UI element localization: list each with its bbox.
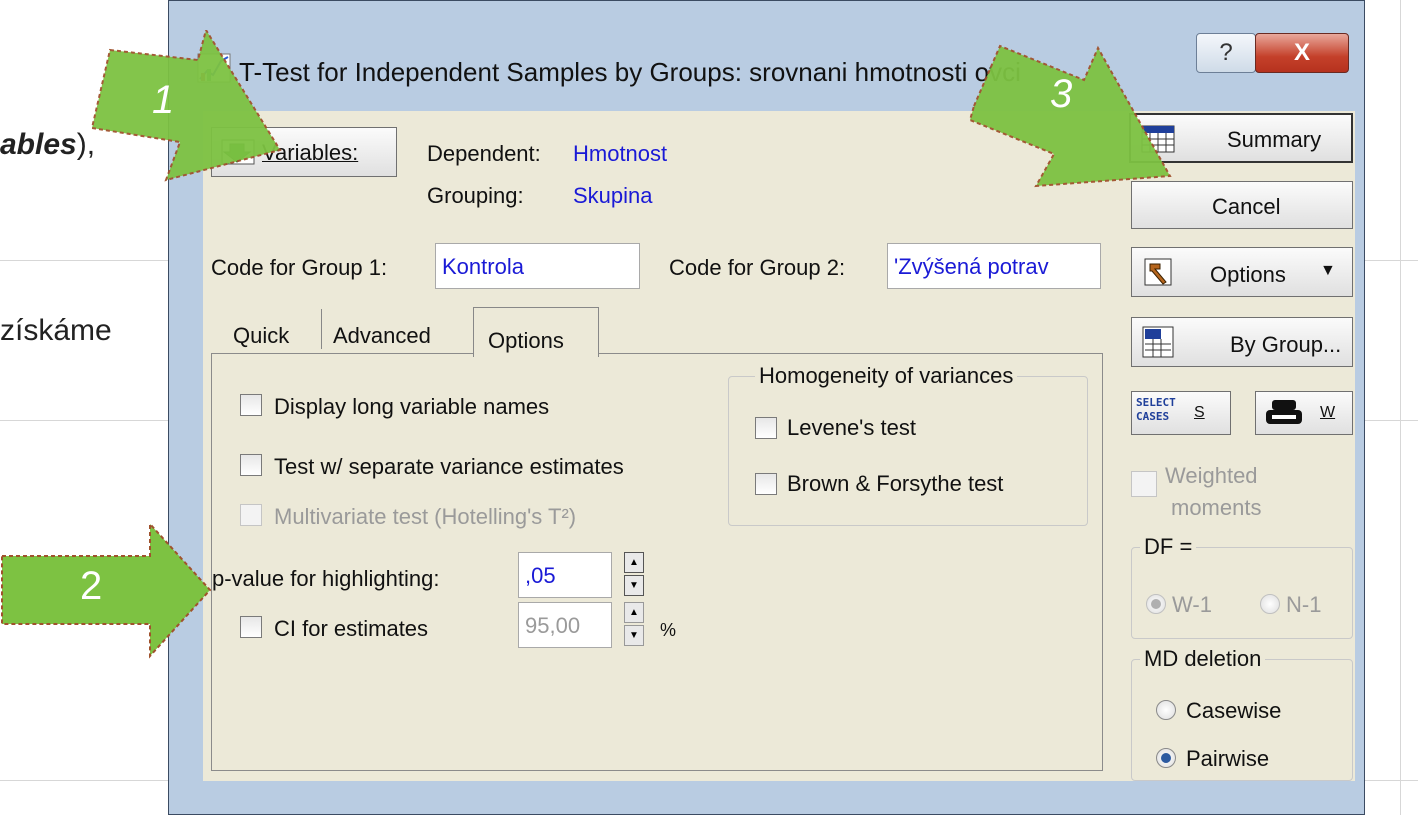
summary-label: Summary <box>1227 127 1322 152</box>
multivariate-label: Multivariate test (Hotelling's T²) <box>274 504 577 529</box>
close-button[interactable]: X <box>1255 33 1349 73</box>
brown-forsythe-label: Brown & Forsythe test <box>787 471 1004 496</box>
ci-percent-unit: % <box>660 620 677 640</box>
by-group-label: By Group... <box>1230 332 1342 357</box>
weight-icon <box>1266 400 1302 424</box>
levene-checkbox[interactable] <box>755 417 777 439</box>
ci-estimates-checkbox[interactable] <box>240 616 262 638</box>
group2-code-field[interactable]: 'Zvýšená potrav <box>887 243 1101 289</box>
display-long-names-checkbox[interactable] <box>240 394 262 416</box>
annotation-arrow-1 <box>90 30 282 182</box>
cancel-label: Cancel <box>1212 194 1281 219</box>
df-w1-radio[interactable] <box>1146 594 1166 614</box>
tab-quick[interactable]: Quick <box>233 323 289 349</box>
md-deletion-group: MD deletion Casewise Pairwise <box>1131 646 1353 781</box>
weight-key: W <box>1320 404 1336 421</box>
brown-forsythe-checkbox[interactable] <box>755 473 777 495</box>
tab-options-active[interactable]: Options <box>473 307 599 357</box>
levene-label: Levene's test <box>787 415 916 440</box>
dropdown-chevron-icon: ▼ <box>1320 262 1336 279</box>
stepper-down-icon[interactable]: ▼ <box>624 575 644 596</box>
ci-stepper[interactable]: ▲ ▼ <box>624 602 646 648</box>
casewise-radio[interactable] <box>1156 700 1176 720</box>
stepper-down-icon[interactable]: ▼ <box>624 625 644 646</box>
md-deletion-legend: MD deletion <box>1140 646 1266 672</box>
display-long-names-label: Display long variable names <box>274 394 550 419</box>
options-label: Options <box>1210 262 1286 287</box>
options-tab-panel: Display long variable names Test w/ sepa… <box>211 353 1103 771</box>
annotation-arrow-3 <box>968 44 1172 188</box>
group2-code-label: Code for Group 2: <box>669 255 846 280</box>
by-group-icon <box>1142 326 1174 358</box>
df-n1-radio[interactable] <box>1260 594 1280 614</box>
pairwise-radio[interactable] <box>1156 748 1176 768</box>
weight-button[interactable]: W <box>1255 391 1353 435</box>
grid-line <box>1400 0 1401 815</box>
tab-advanced[interactable]: Advanced <box>333 323 431 349</box>
ci-value-input[interactable]: 95,00 <box>518 602 612 648</box>
select-cases-button[interactable]: SELECT CASES S <box>1131 391 1231 435</box>
pvalue-input[interactable]: ,05 <box>518 552 612 598</box>
homogeneity-legend: Homogeneity of variances <box>755 363 1018 389</box>
grouping-value: Skupina <box>573 183 653 208</box>
homogeneity-group: Homogeneity of variances Levene's test B… <box>728 363 1088 526</box>
pvalue-label: p-value for highlighting: <box>212 566 440 591</box>
tab-options-label: Options <box>488 328 564 353</box>
df-w1-label: W-1 <box>1172 592 1212 617</box>
df-group: DF = W-1 N-1 <box>1131 534 1353 639</box>
group1-code-label: Code for Group 1: <box>211 255 388 280</box>
ci-estimates-label: CI for estimates <box>274 616 429 641</box>
stepper-up-icon[interactable]: ▲ <box>624 602 644 623</box>
window-title: T-Test for Independent Samples by Groups… <box>239 57 1021 87</box>
annotation-number-1: 1 <box>152 78 175 122</box>
pairwise-label: Pairwise <box>1186 746 1270 771</box>
background-text-ziskame: získáme <box>0 314 112 347</box>
dependent-label: Dependent: <box>427 141 541 166</box>
annotation-number-3: 3 <box>1050 72 1073 116</box>
df-n1-label: N-1 <box>1286 592 1322 617</box>
weighted-moments-label-2: moments <box>1171 495 1262 520</box>
grouping-label: Grouping: <box>427 183 524 208</box>
weighted-moments-checkbox[interactable] <box>1131 471 1157 497</box>
separate-variance-label: Test w/ separate variance estimates <box>274 454 624 479</box>
help-button[interactable]: ? <box>1196 33 1256 73</box>
dependent-value: Hmotnost <box>573 141 668 166</box>
pvalue-stepper[interactable]: ▲ ▼ <box>624 552 646 598</box>
select-cases-icon: SELECT CASES <box>1136 396 1176 423</box>
annotation-number-2: 2 <box>80 564 103 608</box>
stepper-up-icon[interactable]: ▲ <box>624 552 644 573</box>
select-cases-key: S <box>1194 404 1205 421</box>
weighted-moments-label-1: Weighted <box>1165 463 1258 488</box>
hammer-icon <box>1144 258 1172 286</box>
dialog-client-area: Variables: Dependent: Hmotnost Grouping:… <box>203 111 1355 781</box>
options-button[interactable]: Options ▼ <box>1131 247 1353 297</box>
separate-variance-checkbox[interactable] <box>240 454 262 476</box>
tab-divider <box>321 309 322 349</box>
df-legend: DF = <box>1140 534 1197 560</box>
multivariate-checkbox[interactable] <box>240 504 262 526</box>
casewise-label: Casewise <box>1186 698 1282 723</box>
annotation-arrow-2 <box>1 521 212 659</box>
group1-code-field[interactable]: Kontrola <box>435 243 640 289</box>
by-group-button[interactable]: By Group... <box>1131 317 1353 367</box>
